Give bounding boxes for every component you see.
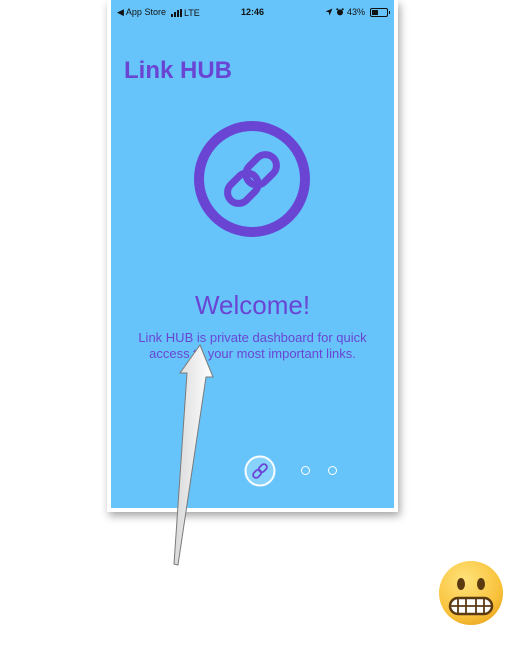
alarm-icon [336, 8, 344, 16]
battery-fill [372, 9, 379, 15]
page-indicator [244, 455, 394, 487]
phone-screen: ◀ App Store LTE 12:46 43% Link HUB Welco… [111, 0, 394, 508]
location-icon [325, 8, 333, 16]
phone-frame: ◀ App Store LTE 12:46 43% Link HUB Welco… [107, 0, 398, 512]
page-dot-active[interactable] [244, 455, 276, 487]
arrow-up-icon [173, 343, 214, 566]
page-dot-2[interactable] [301, 466, 310, 475]
status-right: 43% [325, 7, 390, 17]
battery-icon [370, 7, 390, 17]
battery-percent: 43% [346, 7, 365, 17]
welcome-heading: Welcome! [194, 290, 311, 320]
app-title: Link HUB [124, 57, 232, 84]
status-bar: ◀ App Store LTE 12:46 43% [111, 0, 394, 22]
grimacing-face-emoji [439, 561, 503, 625]
link-logo-icon [194, 121, 310, 237]
page-dot-3[interactable] [328, 466, 337, 475]
